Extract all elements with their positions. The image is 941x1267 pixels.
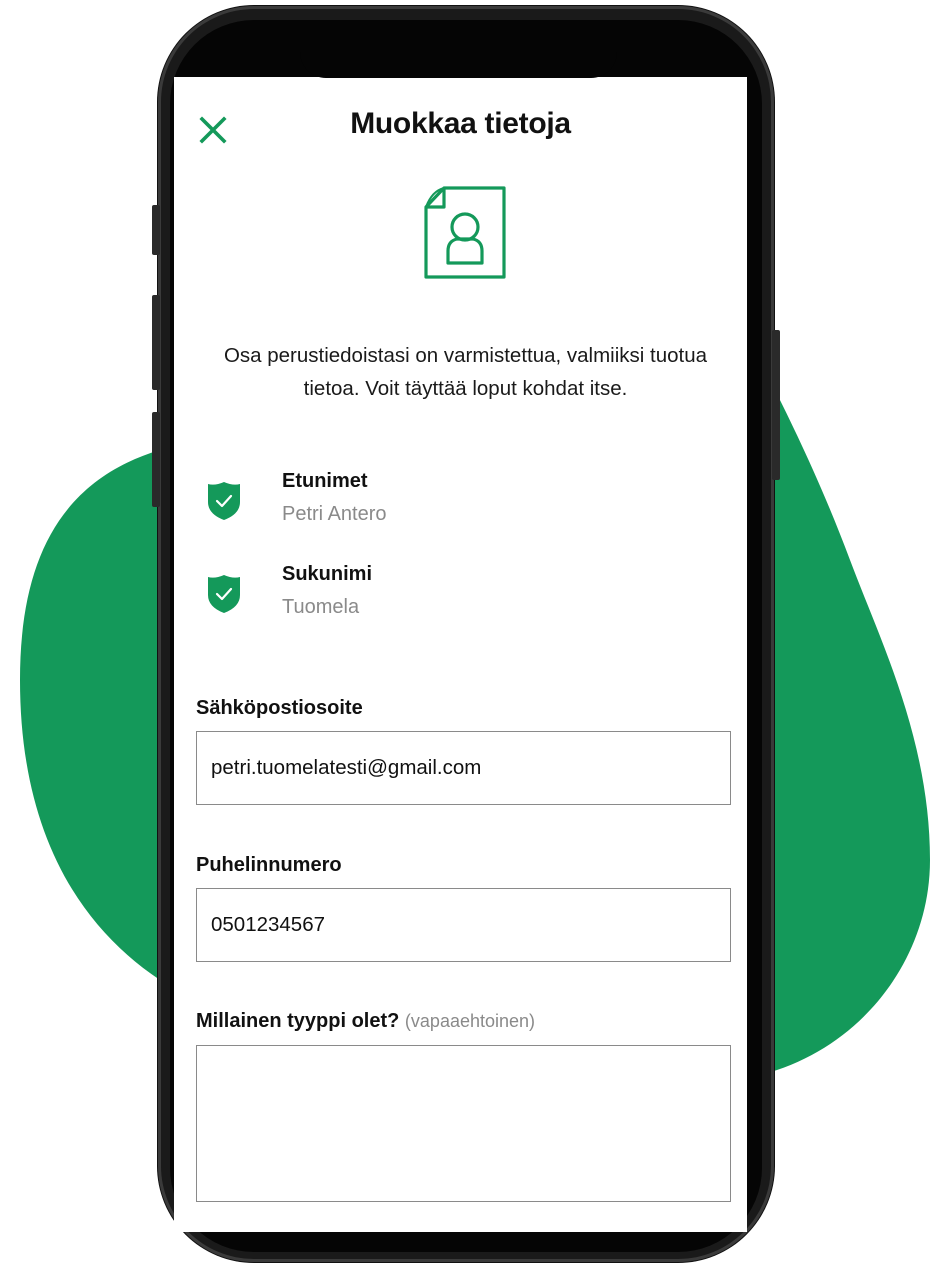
- verified-field-first-names: Etunimet Petri Antero: [206, 470, 686, 540]
- verified-value: Tuomela: [282, 596, 360, 618]
- description-label: Millainen tyyppi olet? (vapaaehtoinen): [196, 1010, 535, 1033]
- phone-silent-switch: [152, 205, 160, 255]
- verified-label: Etunimet: [282, 470, 368, 492]
- description-label-text: Millainen tyyppi olet?: [196, 1010, 400, 1032]
- phone-field[interactable]: 0501234567: [196, 888, 731, 962]
- phone-value: 0501234567: [211, 913, 326, 936]
- description-textarea[interactable]: [196, 1045, 731, 1202]
- app-screen: Muokkaa tietoja Osa perustiedoistasi on …: [174, 77, 747, 1232]
- shield-check-icon: [208, 575, 240, 613]
- phone-volume-down: [152, 412, 160, 507]
- optional-hint: (vapaaehtoinen): [404, 1011, 536, 1031]
- phone-volume-up: [152, 295, 160, 390]
- intro-text: Osa perustiedoistasi on varmistettua, va…: [223, 344, 708, 400]
- page-title: Muokkaa tietoja: [350, 107, 571, 140]
- email-field[interactable]: petri.tuomelatesti@gmail.com: [196, 731, 731, 805]
- shield-check-icon: [208, 482, 240, 520]
- verified-value: Petri Antero: [282, 503, 387, 525]
- phone-notch: [300, 20, 617, 78]
- email-label: Sähköpostiosoite: [196, 697, 363, 719]
- email-value: petri.tuomelatesti@gmail.com: [211, 756, 482, 779]
- phone-label: Puhelinnumero: [196, 854, 342, 876]
- phone-power-button: [772, 330, 780, 480]
- verified-field-last-name: Sukunimi Tuomela: [206, 563, 686, 633]
- document-person-icon: [424, 186, 506, 279]
- verified-label: Sukunimi: [282, 563, 373, 585]
